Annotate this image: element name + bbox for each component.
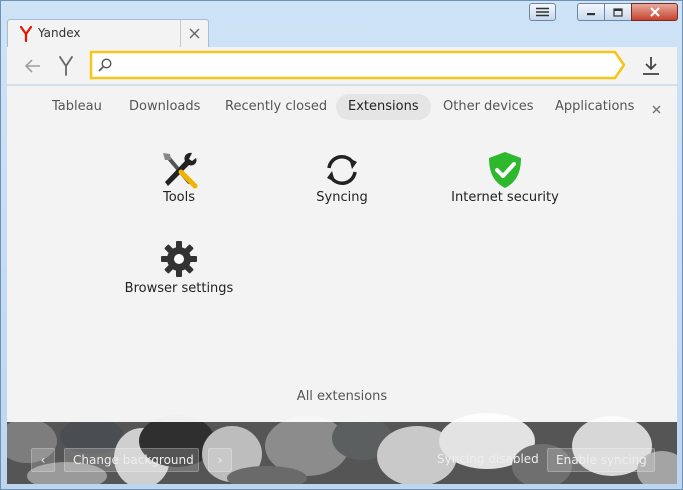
back-button[interactable] [21, 55, 45, 77]
shield-check-icon [489, 152, 521, 188]
search-input[interactable] [115, 55, 615, 75]
window-controls [577, 3, 678, 21]
panel-close-button[interactable] [649, 102, 663, 116]
minimize-icon [587, 13, 595, 16]
extension-tile-browser-settings[interactable]: Browser settings [99, 86, 259, 296]
extension-label: Tools [162, 190, 196, 205]
yandex-logo-icon [20, 26, 32, 42]
extension-tile-syncing[interactable]: Syncing [262, 86, 422, 205]
next-background-button[interactable]: › [208, 448, 232, 472]
close-icon [189, 28, 200, 39]
arrow-left-icon [25, 59, 40, 73]
close-icon [651, 104, 661, 114]
extension-label: Internet security [451, 190, 559, 205]
browser-menu-button[interactable] [529, 3, 556, 21]
all-extensions-link[interactable]: All extensions [7, 389, 677, 404]
downloads-button[interactable] [639, 54, 663, 78]
tools-icon [163, 152, 198, 189]
extension-label: Syncing [316, 190, 368, 205]
yandex-logo-icon [59, 56, 73, 76]
enable-syncing-button[interactable]: Enable syncing [547, 448, 655, 472]
bottom-bar: ‹ Change background › Syncing disabled E… [7, 422, 677, 484]
extensions-panel: Tableau Downloads Recently closed Extens… [7, 86, 677, 422]
tab-yandex[interactable]: Yandex [7, 19, 209, 47]
title-bar: Yandex [1, 1, 682, 47]
new-tab-page: Tableau Downloads Recently closed Extens… [7, 86, 677, 484]
sync-status-text: Syncing disabled [437, 452, 539, 466]
toolbar [7, 47, 677, 85]
search-icon [98, 58, 112, 72]
close-icon [649, 7, 660, 17]
maximize-icon [613, 7, 623, 17]
maximize-button[interactable] [604, 3, 631, 21]
close-window-button[interactable] [631, 3, 678, 21]
download-icon [643, 57, 659, 75]
address-bar[interactable] [89, 50, 627, 80]
minimize-button[interactable] [577, 3, 604, 21]
hamburger-menu-icon [536, 7, 549, 17]
extension-tile-internet-security[interactable]: Internet security [425, 86, 585, 205]
browser-window: Yandex Tableau Downloads Recently closed… [0, 0, 683, 490]
extension-label: Browser settings [124, 281, 234, 296]
prev-background-button[interactable]: ‹ [31, 448, 55, 472]
change-background-button[interactable]: Change background [64, 448, 199, 472]
gear-icon [161, 241, 197, 277]
yandex-home-button[interactable] [55, 54, 77, 78]
tab-title: Yandex [38, 26, 81, 40]
tab-close-button[interactable] [180, 20, 208, 47]
sync-icon [327, 155, 357, 185]
